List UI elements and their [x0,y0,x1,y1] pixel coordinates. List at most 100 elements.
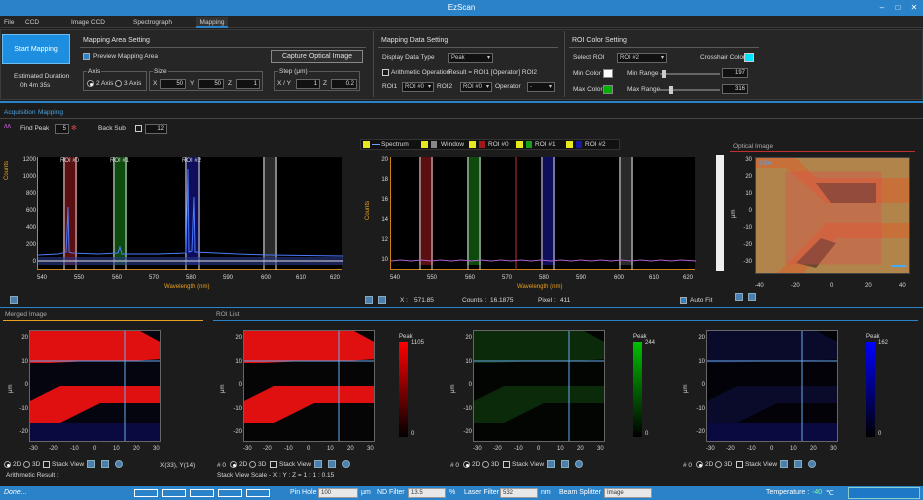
save-icon[interactable] [328,460,336,468]
roi1-map[interactable] [473,330,605,442]
green-region [474,331,604,363]
optical-scrollbar[interactable] [716,155,724,271]
export-icon[interactable] [10,296,18,304]
roi2-select[interactable]: ROI #0 ▾ [460,82,492,92]
operator-select[interactable]: - ▾ [527,82,555,92]
export-icon[interactable] [87,460,95,468]
close-icon[interactable]: ✕ [907,0,921,16]
start-mapping-button[interactable]: Start Mapping [2,34,70,64]
min-range-input[interactable]: 197 [722,68,748,78]
roi1-3d-radio[interactable] [482,461,489,468]
status-indicator [190,489,214,497]
menu-image-ccd-control[interactable]: Image CCD Control [71,17,121,37]
xtick: 620 [683,275,694,281]
merged-stack-checkbox[interactable] [43,461,50,468]
right-xlabel: Wavelength (nm) [517,284,563,290]
merged-svg [30,331,160,441]
legend-roi2-checkbox[interactable] [566,141,573,148]
maximize-icon[interactable]: □ [891,0,905,16]
save-icon[interactable] [378,296,386,304]
mapping-area-overlay[interactable] [785,171,882,265]
arith-checkbox[interactable] [382,69,389,76]
roi2-3d-radio[interactable] [715,461,722,468]
min-color-swatch[interactable] [603,69,613,78]
roi0-stack-checkbox[interactable] [270,461,277,468]
save-icon[interactable] [101,460,109,468]
size-x-input[interactable]: 50 [160,79,186,89]
menu-spectrograph-setup[interactable]: Spectrograph Setup [133,17,185,37]
menu-file[interactable]: File [4,17,16,28]
pinhole-select[interactable]: 100 [318,488,358,498]
roi1-select[interactable]: ROI #0 ▾ [402,82,434,92]
view-icon[interactable] [808,460,816,468]
merged-2d-radio[interactable] [4,461,11,468]
export-icon[interactable] [365,296,373,304]
display-type-select[interactable]: Peak ▾ [448,53,493,63]
preview-checkbox[interactable] [83,53,90,60]
menu-ccd-control[interactable]: CCD Control [25,17,59,37]
back-sub-checkbox[interactable] [135,125,142,132]
left-spectrum-plot[interactable]: ROI #0 ROI #1 ROI #2 [37,157,344,270]
find-peak-input[interactable]: 5 [55,124,69,134]
optical-image[interactable]: 100x [755,157,910,274]
max-color-swatch[interactable] [603,85,613,94]
xtick: 610 [649,275,660,281]
roi2-2d-radio[interactable] [696,461,703,468]
export-icon[interactable] [547,460,555,468]
size-y-input[interactable]: 50 [198,79,224,89]
roi2-map[interactable] [706,330,838,442]
legend-roi2: ROI #2 [585,141,606,148]
tab-acquisition[interactable]: Acquisition [4,109,35,116]
min-range-thumb[interactable] [662,70,666,78]
autofit-checkbox[interactable] [680,297,687,304]
axis-3-radio[interactable] [115,80,122,87]
view-icon[interactable] [575,460,583,468]
menu-mapping[interactable]: Mapping [196,17,228,28]
save-icon[interactable] [748,293,756,301]
roi2-stack-checkbox[interactable] [736,461,743,468]
save-icon[interactable] [794,460,802,468]
beam-splitter-select[interactable]: Image [604,488,652,498]
export-icon[interactable] [314,460,322,468]
select-roi-select[interactable]: ROI #2 ▾ [617,53,667,63]
crosshair-color-swatch[interactable] [744,53,754,62]
tab-mapping[interactable]: Mapping [38,109,63,116]
red-region [30,386,160,423]
size-z-input[interactable]: 1 [236,79,260,89]
merged-map[interactable] [29,330,161,442]
blue-region [707,386,837,423]
roi0-map[interactable] [243,330,375,442]
laser-filter-select[interactable]: 532 [500,488,538,498]
right-spectrum-plot[interactable] [390,157,697,270]
max-range-thumb[interactable] [669,86,673,94]
axis-2-radio[interactable] [87,80,94,87]
export-icon[interactable] [780,460,788,468]
step-z-input[interactable]: 0.2 [331,79,357,89]
roi1-stack-checkbox[interactable] [503,461,510,468]
min-range-slider[interactable] [660,73,720,75]
roi1-2d-radio[interactable] [463,461,470,468]
peak-settings-icon[interactable]: ✻ [71,124,79,133]
back-sub-input[interactable]: 12 [145,124,167,134]
nd-filter-select[interactable]: 13.5 [408,488,446,498]
legend-spectrum-checkbox[interactable] [363,141,370,148]
capture-optical-button[interactable]: Capture Optical Image [271,50,363,63]
xtick: -20 [493,446,502,452]
roi1-label: ROI #1 [110,158,130,164]
legend-roi0-checkbox[interactable] [469,141,476,148]
roi0-3d-radio[interactable] [249,461,256,468]
xtick: 20 [133,446,140,452]
save-icon[interactable] [561,460,569,468]
ytick: 0 [32,259,36,265]
merged-3d-radio[interactable] [23,461,30,468]
minimize-icon[interactable]: – [875,0,889,16]
view-icon[interactable] [342,460,350,468]
step-xy-input[interactable]: 1 [296,79,320,89]
temperature-indicator [848,487,920,499]
view-icon[interactable] [115,460,123,468]
roi0-2d-radio[interactable] [230,461,237,468]
legend-roi1-checkbox[interactable] [516,141,523,148]
export-icon[interactable] [735,293,743,301]
max-range-input[interactable]: 316 [722,84,748,94]
legend-window-checkbox[interactable] [421,141,428,148]
